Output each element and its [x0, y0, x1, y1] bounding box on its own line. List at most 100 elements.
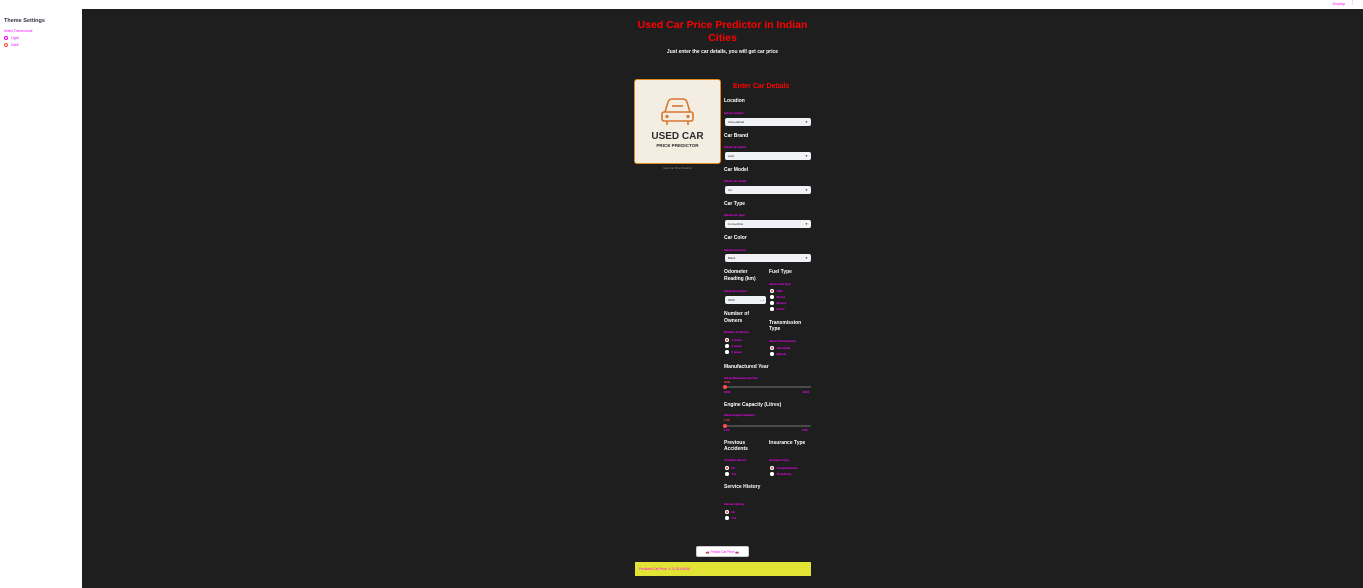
chevron-down-icon: ▼	[805, 154, 808, 158]
insurance-heading: Insurance Type	[769, 440, 806, 446]
theme-option-label: Light	[11, 36, 19, 40]
color-select[interactable]: Black ▼	[725, 254, 811, 262]
service-option-label: No	[731, 510, 736, 514]
engine-slider-track[interactable]	[725, 425, 811, 427]
service-label: Service History	[724, 502, 745, 506]
model-select[interactable]: A4 ▼	[725, 186, 811, 194]
radio-icon	[725, 516, 729, 520]
brand-heading: Car Brand	[724, 133, 749, 139]
transmission-option-manual[interactable]: Manual	[770, 352, 786, 356]
engine-slider-min: 1.00	[724, 428, 730, 432]
engine-slider-max: 5.00	[802, 428, 808, 432]
service-option-no[interactable]: No	[725, 510, 735, 514]
owners-option-3[interactable]: 3 owner	[725, 350, 742, 354]
owners-option-2[interactable]: 2 owner	[725, 344, 742, 348]
type-label: Select Car Type	[724, 213, 745, 217]
brand-value: Audi	[728, 154, 735, 158]
insurance-option-label: Third-Party	[776, 472, 792, 476]
odometer-heading-2: Reading (km)	[724, 276, 756, 282]
insurance-option-third-party[interactable]: Third-Party	[770, 472, 791, 476]
theme-option-light[interactable]: Light	[4, 36, 19, 40]
car-logo-icon: USED CAR PRICE PREDICTOR	[651, 98, 704, 148]
fuel-option-label: Electric	[776, 301, 787, 305]
brand-select[interactable]: Audi ▼	[725, 152, 811, 160]
fuel-heading: Fuel Type	[769, 269, 792, 275]
radio-icon	[770, 295, 774, 299]
service-option-label: Yes	[731, 516, 737, 520]
owners-heading-2: Owners	[724, 318, 743, 324]
year-slider-min: 2000	[724, 390, 731, 394]
transmission-option-label: Manual	[776, 352, 787, 356]
service-option-yes[interactable]: Yes	[725, 516, 736, 520]
deploy-button[interactable]: Deploy	[1333, 1, 1345, 6]
chevron-down-icon: ▼	[805, 188, 808, 192]
odometer-heading-1: Odometer	[724, 269, 748, 275]
location-heading: Location	[724, 98, 745, 104]
radio-icon	[725, 338, 729, 342]
chevron-down-icon: ▼	[805, 222, 808, 226]
insurance-option-comprehensive[interactable]: Comprehensive	[770, 466, 797, 470]
logo-caption: Used Car Price Predictor	[663, 167, 692, 170]
owners-option-1[interactable]: 1 owner	[725, 338, 742, 342]
page-title-line2: Cities	[708, 32, 737, 44]
transmission-option-automatic[interactable]: Automatic	[770, 346, 790, 350]
predict-button[interactable]: 🚗 Predict Car Price 🚗	[696, 546, 749, 557]
color-value: Black	[728, 256, 736, 260]
radio-icon	[770, 301, 774, 305]
fuel-label: Select Fuel Type	[769, 282, 791, 286]
insurance-label: Insurance Type	[769, 458, 790, 462]
fuel-option-label: Diesel	[776, 295, 785, 299]
service-heading: Service History	[724, 484, 761, 490]
stepper-buttons[interactable]: − +	[760, 296, 764, 304]
radio-icon	[770, 307, 774, 311]
fuel-option-electric[interactable]: Electric	[770, 301, 787, 305]
model-heading: Car Model	[724, 167, 749, 173]
type-value: Convertible	[728, 222, 744, 226]
engine-heading: Engine Capacity (Litres)	[724, 402, 782, 408]
fuel-option-petrol[interactable]: Petrol	[770, 307, 784, 311]
type-select[interactable]: Convertible ▼	[725, 220, 811, 228]
result-banner: Predicted Car Price: ₹ 23,76,446.56	[635, 562, 811, 576]
top-toolbar: Deploy ⋮	[0, 0, 1363, 9]
page-subtitle: Just enter the car details, you will get…	[666, 49, 779, 55]
chevron-down-icon: ▼	[805, 256, 808, 260]
year-slider-track[interactable]	[725, 386, 811, 388]
chevron-down-icon: ▼	[805, 120, 808, 124]
main-content: Used Car Price Predictor in Indian Citie…	[82, 9, 1363, 588]
owners-option-label: 3 owner	[731, 350, 743, 354]
theme-option-dark[interactable]: Dark	[4, 43, 19, 47]
year-slider-value: 2000	[724, 380, 731, 384]
color-heading: Car Color	[724, 235, 747, 241]
accidents-option-label: No	[731, 466, 736, 470]
theme-option-label: Dark	[11, 43, 19, 47]
location-select[interactable]: Ahmedabad ▼	[725, 118, 811, 126]
fuel-option-cng[interactable]: CNG	[770, 289, 783, 293]
owners-heading-1: Number of	[724, 311, 749, 317]
logo-text-main: USED CAR	[651, 131, 704, 142]
radio-dark-icon	[4, 43, 8, 47]
type-heading: Car Type	[724, 201, 746, 207]
odometer-input[interactable]: 5000 − +	[725, 296, 766, 304]
plus-icon[interactable]: +	[762, 298, 764, 302]
color-label: Select Car Color	[724, 248, 746, 252]
radio-icon	[770, 289, 774, 293]
transmission-heading-2: Type	[769, 326, 781, 332]
engine-label: Select Engine Capacity	[724, 413, 755, 417]
owners-label: Number of Owners	[724, 330, 750, 334]
fuel-option-label: CNG	[776, 289, 783, 293]
fuel-option-diesel[interactable]: Diesel	[770, 295, 785, 299]
sidebar-title: Theme Settings	[4, 18, 45, 24]
odometer-value: 5000	[728, 298, 735, 302]
accidents-option-yes[interactable]: Yes	[725, 472, 736, 476]
owners-option-label: 2 owner	[731, 344, 743, 348]
radio-icon	[725, 510, 729, 514]
main-menu-icon[interactable]: ⋮	[1350, 0, 1355, 6]
page-title-line1: Used Car Price Predictor in Indian	[637, 19, 808, 31]
year-slider-thumb[interactable]	[723, 385, 727, 389]
model-value: A4	[728, 188, 732, 192]
accidents-option-label: Yes	[731, 472, 737, 476]
engine-slider-thumb[interactable]	[723, 424, 727, 428]
accidents-option-no[interactable]: No	[725, 466, 735, 470]
odometer-label: Select Km driven	[724, 289, 747, 293]
brand-label: Select car brand	[724, 145, 746, 149]
